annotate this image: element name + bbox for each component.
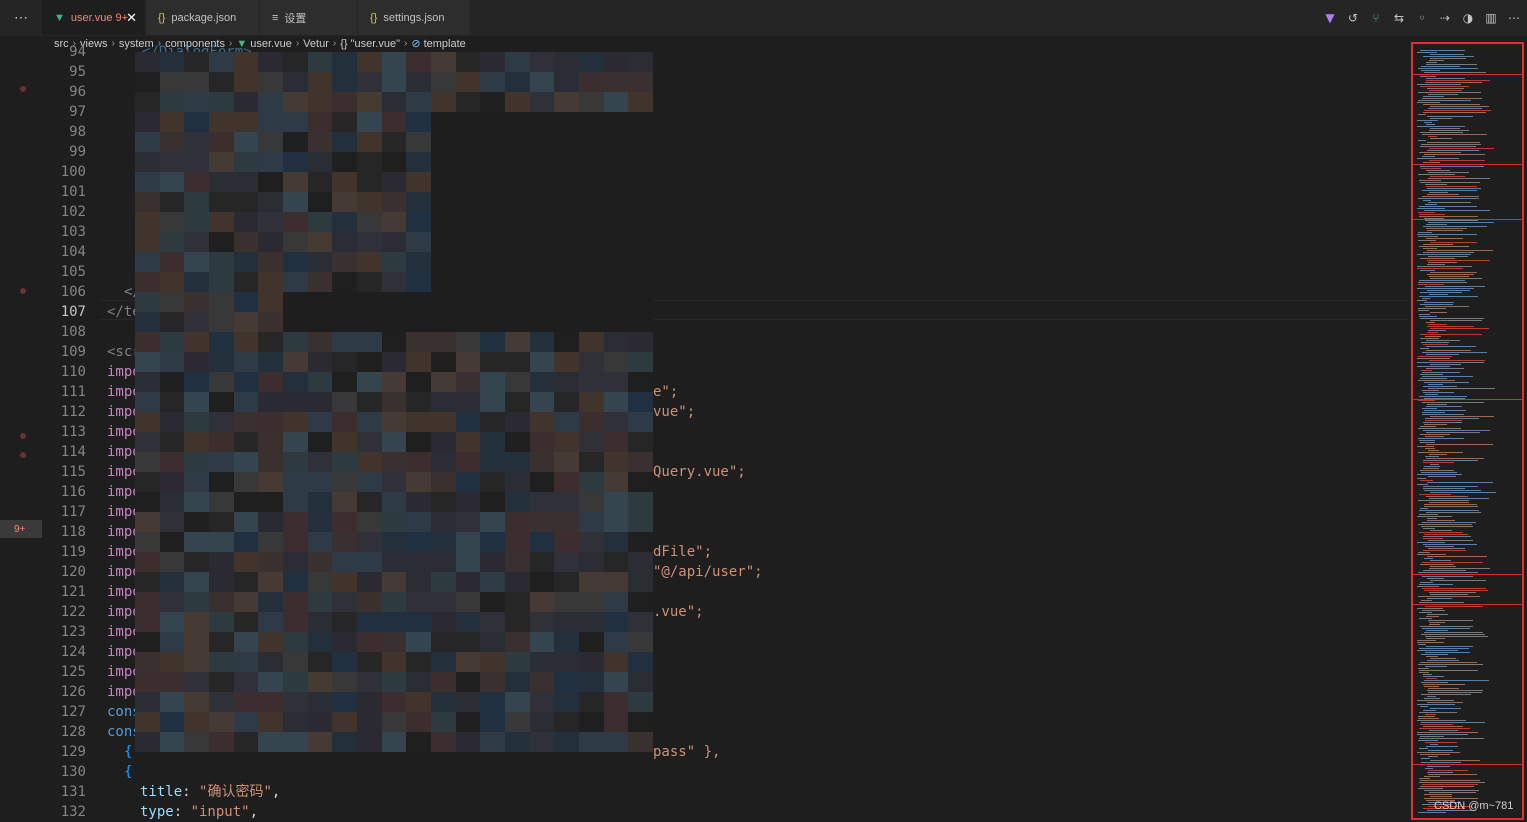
line-number: 130 [60,764,86,780]
line-number: 106 [60,284,86,300]
go-back-icon[interactable]: ⇆ [1392,11,1406,25]
line-number: 122 [60,604,86,620]
line-number: 103 [60,224,86,240]
split-editor-icon[interactable]: ▥ [1484,11,1498,25]
breadcrumb-item[interactable]: src [54,38,69,50]
watermark: CSDN @m~781 [1434,800,1514,812]
line-number: 114 [60,444,86,460]
json-icon: {} [370,11,378,24]
breadcrumb-item[interactable]: user.vue [250,38,292,50]
object-key: title [140,784,183,800]
line-number: 113 [60,424,86,440]
line-number: 109 [60,344,86,360]
code-line-tail: pass" }, [653,744,721,760]
settings-file-icon: ≡ [272,11,279,24]
code-line-tail: .vue"; [653,604,704,620]
chevron-right-icon: › [404,38,408,49]
code-line-tail: "@/api/user"; [653,564,763,580]
chevron-right-icon: › [295,38,300,49]
vue-icon: ▼ [54,11,65,24]
tab-label: settings.json [383,11,445,24]
line-number: 105 [60,264,86,280]
object-key: type [140,804,174,820]
line-number: 126 [60,684,86,700]
go-forward-icon[interactable]: ⇢ [1438,11,1452,25]
code-line: type: "input", [140,804,259,820]
breadcrumb-item[interactable]: Vetur [303,38,329,50]
object-value: "input" [190,804,250,820]
line-number: 98 [69,124,86,140]
line-number: 116 [60,484,86,500]
tab-settings-json[interactable]: {} settings.json [358,0,470,35]
code-line: title: "确认密码", [140,784,281,800]
line-number: 128 [60,724,86,740]
line-number: 127 [60,704,86,720]
line-number: 118 [60,524,86,540]
line-number: 123 [60,624,86,640]
code-line: { [124,744,133,760]
line-number: 124 [60,644,86,660]
line-number: 115 [60,464,86,480]
breadcrumb-item[interactable]: {} "user.vue" [340,38,400,50]
history-icon[interactable]: ↺ [1346,11,1360,25]
line-number: 108 [60,324,86,340]
code-line-tail: Query.vue"; [653,464,746,480]
line-number: 117 [60,504,86,520]
breakpoint-marker[interactable] [20,288,26,294]
tab-label: 设置 [284,12,307,25]
chevron-right-icon: › [332,38,337,49]
breakpoint-marker[interactable] [20,433,26,439]
tab-label: package.json [171,11,237,24]
line-number: 119 [60,544,86,560]
line-number: 125 [60,664,86,680]
line-number: 120 [60,564,86,580]
tab-user-vue[interactable]: ▼ user.vue 9+ ✕ [42,0,146,35]
line-number: 95 [69,64,86,80]
breadcrumb-item[interactable]: template [424,38,466,50]
line-number: 96 [69,84,86,100]
line-number: 112 [60,404,86,420]
problems-badge[interactable]: 9+ [0,520,42,538]
code-line-tail: vue"; [653,404,696,420]
open-changes-icon[interactable]: ◑ [1461,11,1475,25]
line-number: 129 [60,744,86,760]
more-icon[interactable]: ⋯ [0,0,42,35]
line-number: 121 [60,584,86,600]
source-control-icon[interactable]: ⑂ [1369,11,1383,25]
line-number: 100 [60,164,86,180]
line-number: 111 [60,384,86,400]
code-line: { [124,764,133,780]
glyph-margin [0,52,42,822]
tab-package-json[interactable]: {} package.json [146,0,260,35]
json-icon: {} [158,11,166,24]
line-number: 102 [60,204,86,220]
breakpoint-marker[interactable] [20,86,26,92]
line-number: 97 [69,104,86,120]
code-line-tail: dFile"; [653,544,713,560]
line-number: 101 [60,184,86,200]
line-number: 104 [60,244,86,260]
pixelated-redaction [135,52,653,762]
line-number: 94 [69,44,86,60]
minimap[interactable] [1411,42,1524,820]
more-actions-icon[interactable]: ⋯ [1507,11,1521,25]
vue-devtools-icon[interactable]: ▼ [1323,11,1337,25]
editor-actions: ▼ ↺ ⑂ ⇆ ◦ ⇢ ◑ ▥ ⋯ [1323,0,1527,35]
line-number: 131 [60,784,86,800]
breakpoint-marker[interactable] [20,452,26,458]
line-number: 132 [60,804,86,820]
chevron-right-icon: › [111,38,115,49]
object-value: "确认密码" [199,784,272,800]
editor-tab-bar: ⋯ ▼ user.vue 9+ ✕ {} package.json ≡ 设置 {… [0,0,1527,36]
breadcrumb: src › views › system › components › ▼ user.vu… [54,35,466,52]
tab-settings-ui[interactable]: ≡ 设置 [260,0,358,35]
go-circle-icon[interactable]: ◦ [1415,11,1429,25]
tab-label: user.vue [70,11,113,24]
close-icon[interactable]: ✕ [126,10,137,26]
template-icon: ⊘ [411,38,421,50]
line-number: 110 [60,364,86,380]
line-number: 107 [60,304,86,320]
line-number: 99 [69,144,86,160]
code-line-tail: e"; [653,384,679,400]
